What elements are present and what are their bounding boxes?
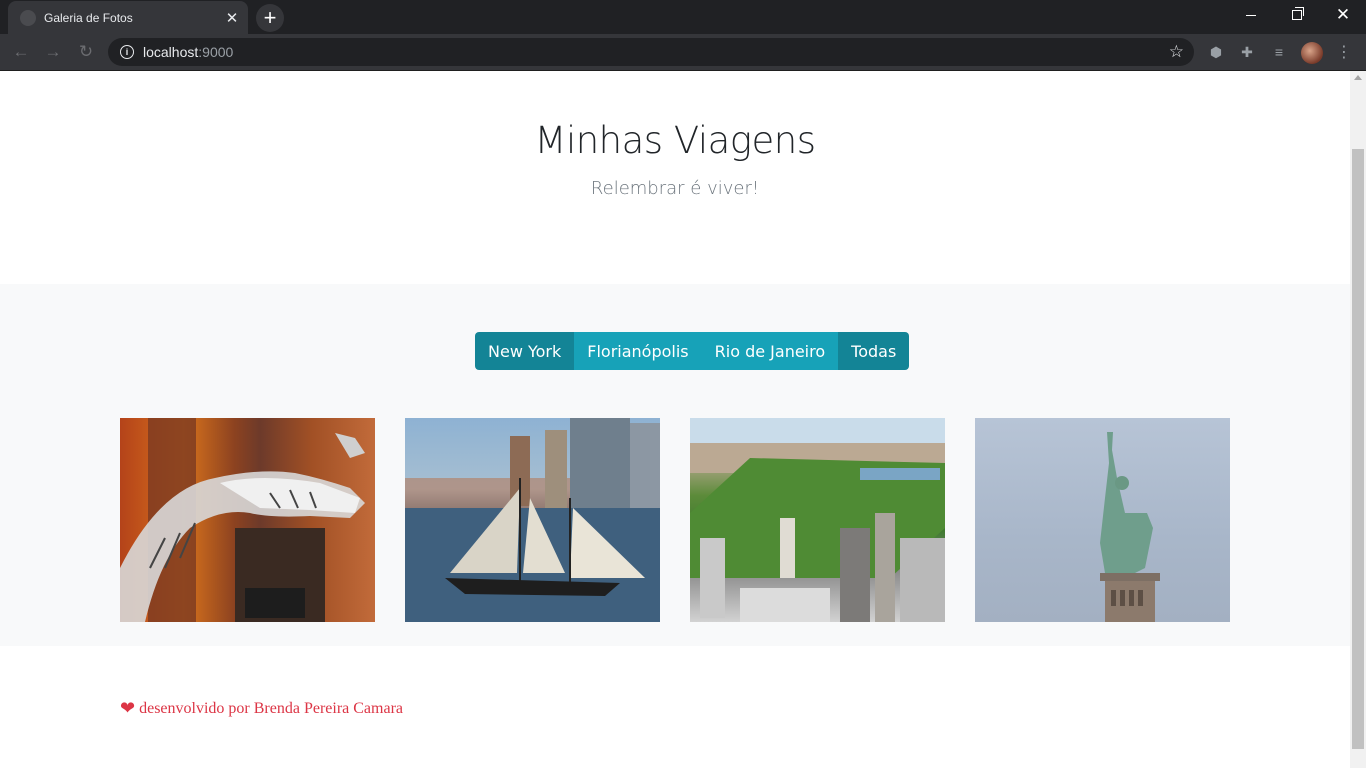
gallery-section: New York Florianópolis Rio de Janeiro To… (0, 284, 1350, 646)
page-scrollbar[interactable] (1350, 71, 1366, 768)
browser-toolbar: ← → ↻ i localhost:9000 ☆ ⬢ ✚ ≡ ⋮ (0, 34, 1366, 71)
bookmark-star-icon[interactable]: ☆ (1169, 42, 1184, 62)
scroll-up-arrow-icon[interactable] (1354, 75, 1362, 80)
statue-of-liberty-illustration (1100, 432, 1160, 622)
info-icon[interactable]: i (120, 45, 134, 59)
reading-list-icon[interactable]: ≡ (1270, 43, 1288, 61)
dinosaur-skeleton-photo[interactable] (120, 418, 375, 622)
filter-todas-button[interactable]: Todas (838, 332, 910, 370)
address-bar[interactable]: i localhost:9000 ☆ (108, 38, 1194, 66)
back-arrow-icon[interactable]: ← (8, 39, 34, 65)
forward-arrow-icon[interactable]: → (40, 39, 66, 65)
extension-cube-icon[interactable]: ⬢ (1207, 43, 1225, 61)
minimize-window-button[interactable] (1228, 0, 1274, 30)
page-footer: ❤ desenvolvido por Brenda Pereira Camara (0, 646, 1350, 768)
extensions-puzzle-icon[interactable]: ✚ (1238, 43, 1256, 61)
filter-button-group: New York Florianópolis Rio de Janeiro To… (475, 332, 910, 370)
statue-of-liberty-photo[interactable] (975, 418, 1230, 622)
page-title: Minhas Viagens (534, 119, 816, 162)
reload-icon[interactable]: ↻ (73, 39, 99, 65)
close-tab-icon[interactable]: ✕ (222, 8, 242, 28)
filter-rio-de-janeiro-button[interactable]: Rio de Janeiro (701, 332, 839, 370)
browser-tab-bar: Galeria de Fotos ✕ + ✕ (0, 0, 1366, 34)
photo-grid (120, 418, 1230, 622)
page-subtitle: Relembrar é viver! (590, 178, 760, 199)
dinosaur-skeleton-illustration (120, 418, 365, 622)
filter-new-york-button[interactable]: New York (475, 332, 575, 370)
filter-florianopolis-button[interactable]: Florianópolis (574, 332, 702, 370)
hero-section: Minhas Viagens Relembrar é viver! (0, 71, 1350, 284)
sailboat-illustration (405, 418, 660, 622)
page-viewport: Minhas Viagens Relembrar é viver! New Yo… (0, 71, 1350, 768)
scrollbar-thumb[interactable] (1352, 149, 1364, 749)
url-text[interactable]: localhost:9000 (143, 44, 233, 60)
restore-window-button[interactable] (1274, 0, 1320, 30)
browser-menu-icon[interactable]: ⋮ (1336, 41, 1352, 63)
central-park-illustration (690, 418, 945, 622)
footer-credit-text: desenvolvido por Brenda Pereira Camara (139, 699, 403, 717)
browser-tab[interactable]: Galeria de Fotos ✕ (8, 1, 248, 34)
footer-credit: ❤ desenvolvido por Brenda Pereira Camara (120, 698, 403, 719)
central-park-photo[interactable] (690, 418, 945, 622)
profile-avatar[interactable] (1301, 42, 1323, 64)
new-tab-button[interactable]: + (256, 4, 284, 32)
heart-icon: ❤ (120, 698, 136, 718)
favicon-icon (20, 9, 36, 26)
close-window-button[interactable]: ✕ (1320, 0, 1366, 30)
tab-title: Galeria de Fotos (44, 10, 133, 25)
sailboat-photo[interactable] (405, 418, 660, 622)
